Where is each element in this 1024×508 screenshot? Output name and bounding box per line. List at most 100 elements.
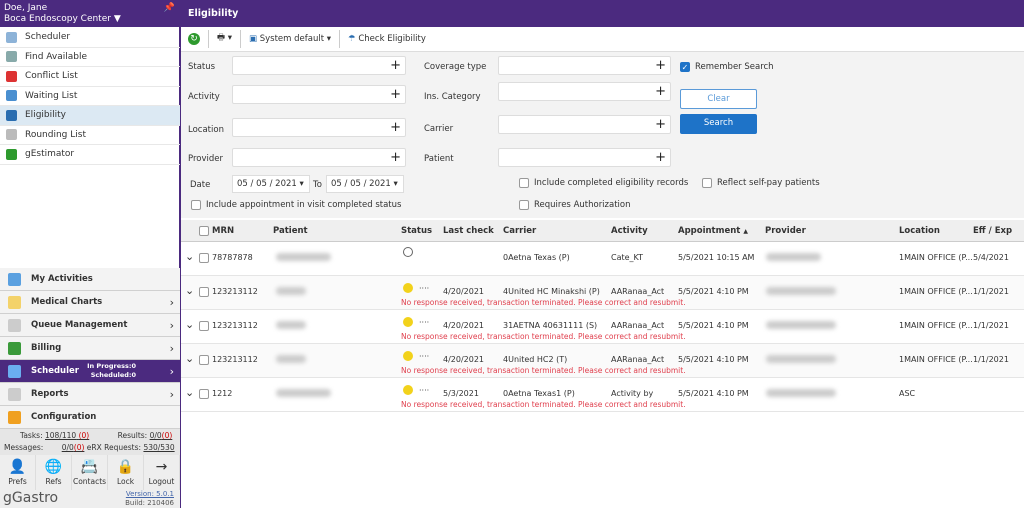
column-mrn[interactable]: MRN bbox=[212, 226, 234, 236]
sidebar-item-rounding-list[interactable]: Rounding List bbox=[0, 126, 180, 145]
panel-billing[interactable]: Billing › bbox=[0, 337, 180, 360]
row-checkbox[interactable] bbox=[199, 253, 209, 263]
table-row[interactable]: ⌄ 78787878 0Aetna Texas (P) Cate_KT 5/5/2021… bbox=[181, 242, 1024, 276]
print-menu-button[interactable]: 🖶 ▾ bbox=[217, 32, 232, 46]
plus-icon[interactable]: + bbox=[390, 57, 401, 74]
clear-button[interactable]: Clear bbox=[680, 89, 757, 109]
plus-icon[interactable]: + bbox=[390, 119, 401, 136]
column-last-check[interactable]: Last check bbox=[443, 226, 494, 236]
checkbox-checked[interactable]: ✓ bbox=[680, 62, 690, 72]
activity-input[interactable]: + bbox=[232, 85, 406, 104]
sidebar-item-scheduler[interactable]: Scheduler bbox=[0, 28, 180, 48]
column-appointment[interactable]: Appointment ▲ bbox=[678, 226, 748, 236]
table-row[interactable]: ⌄ 1212 ···· 5/3/2021 0Aetna Texas1 (P) Activi… bbox=[181, 378, 1024, 412]
status-more-dots[interactable]: ···· bbox=[419, 284, 429, 293]
panel-scheduler[interactable]: Scheduler In Progress:0 Scheduled:0 › bbox=[0, 360, 180, 383]
column-provider[interactable]: Provider bbox=[765, 226, 806, 236]
search-button[interactable]: Search bbox=[680, 114, 757, 134]
patient-name-redacted bbox=[276, 253, 331, 261]
panel-medical-charts[interactable]: Medical Charts › bbox=[0, 291, 180, 314]
sidebar-item-waiting-list[interactable]: Waiting List bbox=[0, 87, 180, 106]
date-to-label: To bbox=[313, 180, 322, 190]
table-row[interactable]: ⌄ 123213112 ···· 4/20/2021 31AETNA 40631111 … bbox=[181, 310, 1024, 344]
pin-icon[interactable]: 📌 bbox=[164, 3, 175, 14]
tasks-link[interactable]: 108/110 (0) bbox=[45, 431, 89, 440]
plus-icon[interactable]: + bbox=[655, 57, 666, 74]
location-input[interactable]: + bbox=[232, 118, 406, 137]
plus-icon[interactable]: + bbox=[655, 149, 666, 166]
checkbox[interactable] bbox=[519, 178, 529, 188]
self-pay-checkbox[interactable]: Reflect self-pay patients bbox=[702, 178, 820, 188]
sidebar-item-gestimator[interactable]: gEstimator bbox=[0, 145, 180, 165]
table-row[interactable]: ⌄ 123213112 ···· 4/20/2021 4United HC2 (T) AA… bbox=[181, 344, 1024, 378]
row-checkbox[interactable] bbox=[199, 321, 209, 331]
sidebar-item-find-available[interactable]: Find Available bbox=[0, 48, 180, 67]
checkbox[interactable] bbox=[191, 200, 201, 210]
user-header[interactable]: Doe, Jane Boca Endoscopy Center ▼ 📌 bbox=[0, 0, 180, 27]
provider-input[interactable]: + bbox=[232, 148, 406, 167]
panel-label: Configuration bbox=[31, 412, 97, 422]
checkbox[interactable] bbox=[702, 178, 712, 188]
quick-action-label: Refs bbox=[45, 477, 62, 486]
plus-icon[interactable]: + bbox=[390, 86, 401, 103]
checkbox[interactable] bbox=[519, 200, 529, 210]
expand-chevron-icon[interactable]: ⌄ bbox=[185, 352, 194, 365]
patient-input[interactable]: + bbox=[498, 148, 671, 167]
ins-category-input[interactable]: + bbox=[498, 82, 671, 101]
column-eff-exp[interactable]: Eff / Exp bbox=[973, 226, 1012, 236]
column-patient[interactable]: Patient bbox=[273, 226, 308, 236]
refs-button[interactable]: 🌐 Refs bbox=[36, 455, 72, 492]
panel-my-activities[interactable]: My Activities bbox=[0, 268, 180, 291]
select-all-checkbox[interactable] bbox=[199, 226, 209, 236]
include-visit-completed-checkbox[interactable]: Include appointment in visit completed s… bbox=[191, 200, 401, 210]
carrier-input[interactable]: + bbox=[498, 115, 671, 134]
requires-auth-checkbox[interactable]: Requires Authorization bbox=[519, 200, 631, 210]
status-more-dots[interactable]: ···· bbox=[419, 318, 429, 327]
provider-name-redacted bbox=[766, 355, 836, 363]
sidebar-item-eligibility[interactable]: Eligibility bbox=[0, 106, 180, 126]
expand-chevron-icon[interactable]: ⌄ bbox=[185, 318, 194, 331]
panel-label: Scheduler bbox=[31, 366, 79, 376]
results-link[interactable]: 0/0(0) bbox=[150, 431, 173, 440]
expand-chevron-icon[interactable]: ⌄ bbox=[185, 250, 194, 263]
expand-chevron-icon[interactable]: ⌄ bbox=[185, 386, 194, 399]
messages-link[interactable]: 0/0(0) bbox=[62, 443, 85, 452]
patient-name-redacted bbox=[276, 355, 306, 363]
plus-icon[interactable]: + bbox=[655, 83, 666, 100]
version-link[interactable]: Version: 5.0.1 bbox=[126, 490, 174, 498]
check-eligibility-button[interactable]: ☂ Check Eligibility bbox=[348, 34, 426, 44]
status-more-dots[interactable]: ···· bbox=[419, 386, 429, 395]
panel-reports[interactable]: Reports › bbox=[0, 383, 180, 406]
erx-link[interactable]: 530/530 bbox=[143, 443, 174, 452]
refresh-icon[interactable]: ↻ bbox=[188, 33, 200, 45]
coverage-type-input[interactable]: + bbox=[498, 56, 671, 75]
sidebar-item-conflict-list[interactable]: Conflict List bbox=[0, 67, 180, 87]
status-input[interactable]: + bbox=[232, 56, 406, 75]
panel-queue-management[interactable]: Queue Management › bbox=[0, 314, 180, 337]
facility-selector[interactable]: Boca Endoscopy Center ▼ bbox=[4, 14, 176, 25]
expand-chevron-icon[interactable]: ⌄ bbox=[185, 284, 194, 297]
row-checkbox[interactable] bbox=[199, 287, 209, 297]
column-location[interactable]: Location bbox=[899, 226, 940, 236]
carrier: 4United HC Minakshi (P) bbox=[503, 287, 600, 296]
layout-selector[interactable]: ▣ System default ▾ bbox=[249, 34, 331, 44]
gastro-logo: gGastro bbox=[3, 490, 59, 506]
include-completed-checkbox[interactable]: Include completed eligibility records bbox=[519, 178, 688, 188]
column-status[interactable]: Status bbox=[401, 226, 432, 236]
lock-button[interactable]: 🔒 Lock bbox=[108, 455, 144, 492]
date-to-picker[interactable]: 05 / 05 / 2021 ▾ bbox=[326, 175, 404, 193]
plus-icon[interactable]: + bbox=[390, 149, 401, 166]
column-activity[interactable]: Activity bbox=[611, 226, 648, 236]
logout-button[interactable]: → Logout bbox=[144, 455, 180, 492]
row-checkbox[interactable] bbox=[199, 389, 209, 399]
column-carrier[interactable]: Carrier bbox=[503, 226, 536, 236]
table-row[interactable]: ⌄ 123213112 ···· 4/20/2021 4United HC Minaks… bbox=[181, 276, 1024, 310]
prefs-button[interactable]: 👤 Prefs bbox=[0, 455, 36, 492]
panel-configuration[interactable]: Configuration bbox=[0, 406, 180, 429]
status-more-dots[interactable]: ···· bbox=[419, 352, 429, 361]
contacts-button[interactable]: 📇 Contacts bbox=[72, 455, 108, 492]
plus-icon[interactable]: + bbox=[655, 116, 666, 133]
remember-search-checkbox[interactable]: ✓ Remember Search bbox=[680, 62, 774, 72]
row-checkbox[interactable] bbox=[199, 355, 209, 365]
date-from-picker[interactable]: 05 / 05 / 2021 ▾ bbox=[232, 175, 310, 193]
